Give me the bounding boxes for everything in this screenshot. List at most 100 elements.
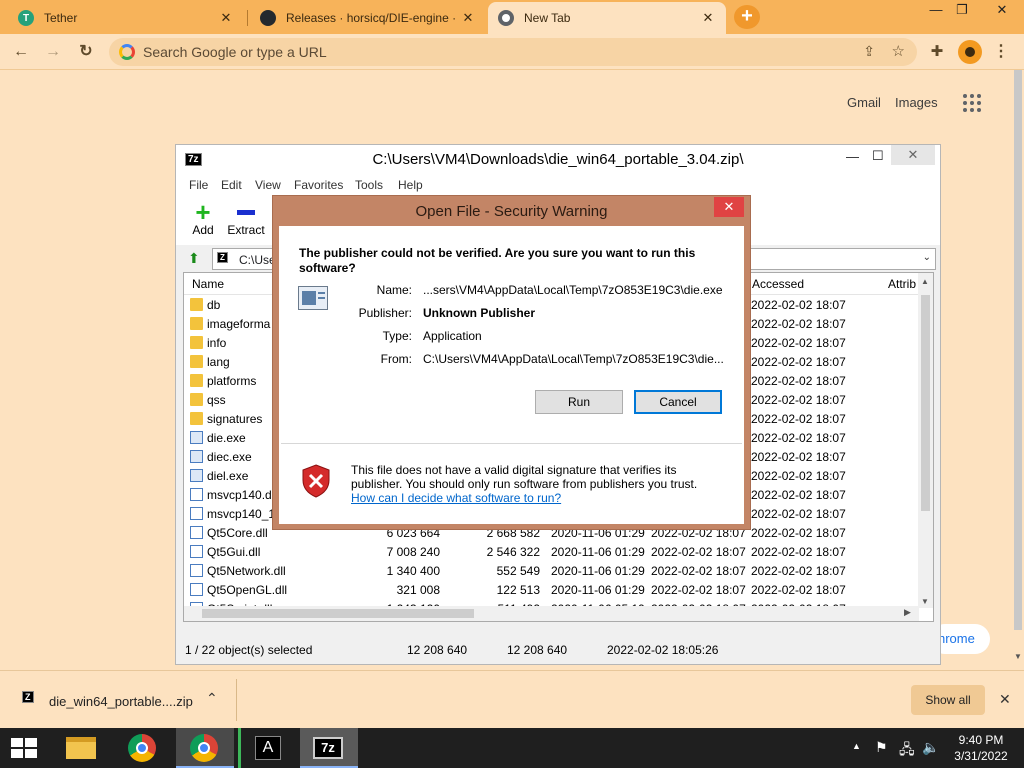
help-link[interactable]: How can I decide what software to run? — [351, 491, 721, 505]
7zip-taskbar-item[interactable]: 7z — [300, 728, 358, 768]
file-created: 2022-02-02 18:07 — [651, 545, 746, 559]
menu-view[interactable]: View — [255, 178, 281, 192]
download-filename[interactable]: die_win64_portable....zip — [49, 694, 193, 709]
network-icon[interactable]: 🖧 — [899, 739, 915, 763]
restore-icon[interactable]: ❐ — [950, 2, 974, 18]
terminal-taskbar-item[interactable]: A — [238, 728, 296, 768]
scroll-down-icon[interactable]: ▼ — [1014, 652, 1022, 661]
file-accessed: 2022-02-02 18:07 — [751, 374, 846, 388]
menu-edit[interactable]: Edit — [221, 178, 242, 192]
scroll-right-icon[interactable]: ▶ — [904, 607, 911, 618]
file-accessed: 2022-02-02 18:07 — [751, 507, 846, 521]
github-icon — [260, 10, 276, 26]
file-accessed: 2022-02-02 18:07 — [751, 412, 846, 426]
google-icon — [119, 44, 135, 60]
close-icon[interactable]: ✕ — [990, 2, 1014, 18]
menu-help[interactable]: Help — [398, 178, 423, 192]
bookmark-star-icon[interactable]: ☆ — [892, 42, 905, 60]
minimize-icon[interactable]: — — [924, 2, 948, 17]
horizontal-scrollbar[interactable]: ▶ — [184, 606, 919, 621]
apps-grid-icon[interactable] — [963, 94, 981, 112]
scroll-thumb[interactable] — [1014, 70, 1022, 630]
table-row[interactable]: Qt5Gui.dll 7 008 240 2 546 322 2020-11-06 0… — [184, 542, 919, 561]
omnibox-input[interactable] — [143, 44, 793, 60]
speaker-muted-icon[interactable]: 🔈 — [922, 739, 939, 756]
tab-releases[interactable]: Releases · horsicq/DIE-engine · G ✕ — [250, 2, 486, 34]
run-button[interactable]: Run — [535, 390, 623, 414]
publisher-label: Publisher: — [358, 306, 412, 320]
close-icon[interactable]: ✕ — [460, 10, 476, 26]
menu-kebab-icon[interactable]: ⋮ — [990, 41, 1012, 63]
forward-arrow-icon[interactable]: → — [42, 41, 64, 63]
page-scrollbar[interactable]: ▼ — [1012, 70, 1024, 670]
chevron-down-icon[interactable]: ⌄ — [923, 252, 931, 263]
start-button[interactable] — [0, 728, 48, 768]
tab-tether[interactable]: T Tether ✕ — [8, 2, 244, 34]
from-label: From: — [380, 352, 412, 366]
extract-button[interactable]: Extract — [226, 201, 266, 237]
tab-new-tab[interactable]: New Tab ✕ — [488, 2, 726, 34]
file-modified: 2020-11-06 01:29 — [551, 564, 645, 578]
column-name[interactable]: Name — [192, 277, 224, 291]
menu-favorites[interactable]: Favorites — [294, 178, 343, 192]
show-all-button[interactable]: Show all — [911, 685, 985, 715]
close-icon[interactable]: ✕ — [700, 10, 716, 26]
scroll-thumb[interactable] — [921, 295, 930, 511]
tether-icon: T — [18, 10, 34, 26]
up-folder-icon[interactable]: ⬆ — [188, 250, 200, 267]
chevron-up-icon[interactable]: ⌃ — [206, 690, 218, 707]
add-button[interactable]: + Add — [190, 199, 216, 237]
chevron-up-icon[interactable]: ▲ — [852, 741, 861, 751]
zip-archive-icon: Z — [217, 252, 228, 263]
close-icon[interactable]: ✕ — [891, 145, 935, 165]
file-accessed: 2022-02-02 18:07 — [751, 469, 846, 483]
folder-icon — [190, 374, 203, 387]
file-explorer-taskbar-item[interactable] — [52, 728, 110, 768]
column-attrib[interactable]: Attrib — [888, 277, 916, 291]
menu-tools[interactable]: Tools — [355, 178, 383, 192]
file-name: platforms — [207, 374, 257, 388]
from-value: C:\Users\VM4\AppData\Local\Temp\7zO853E1… — [423, 352, 724, 366]
close-icon[interactable]: ✕ — [218, 10, 234, 26]
profile-avatar[interactable] — [958, 40, 982, 64]
extract-label: Extract — [227, 223, 265, 237]
table-row[interactable]: Qt5Network.dll 1 340 400 552 549 2020-11-06… — [184, 561, 919, 580]
name-value: ...sers\VM4\AppData\Local\Temp\7zO853E19… — [423, 283, 723, 297]
zip-file-icon: Z — [22, 691, 34, 703]
omnibox[interactable]: ⇪ ☆ — [109, 38, 917, 66]
file-packed: 122 513 — [496, 583, 540, 597]
menu-file[interactable]: File — [189, 178, 208, 192]
minimize-icon[interactable]: — — [846, 149, 859, 164]
scroll-up-icon[interactable]: ▲ — [921, 277, 929, 286]
scroll-down-icon[interactable]: ▼ — [921, 597, 929, 606]
taskbar: A 7z ▲ ⚑ 🖧 🔈 9:40 PM 3/31/2022 — [0, 728, 1024, 768]
close-icon[interactable]: ✕ — [999, 691, 1011, 708]
file-accessed: 2022-02-02 18:07 — [751, 564, 846, 578]
folder-icon — [190, 412, 203, 425]
dll-file-icon — [190, 488, 203, 501]
flag-icon[interactable]: ⚑ — [875, 739, 888, 756]
chrome-taskbar-item[interactable] — [114, 728, 172, 768]
back-arrow-icon[interactable]: ← — [10, 41, 32, 63]
extensions-puzzle-icon[interactable]: ✚ — [926, 41, 948, 63]
gmail-link[interactable]: Gmail — [847, 95, 881, 110]
table-row[interactable]: Qt5OpenGL.dll 321 008 122 513 2020-11-06 01… — [184, 580, 919, 599]
maximize-icon[interactable]: ☐ — [872, 148, 884, 164]
images-link[interactable]: Images — [895, 95, 938, 110]
scroll-thumb[interactable] — [202, 609, 474, 618]
dialog-close-button[interactable]: ✕ — [714, 197, 744, 217]
dll-file-icon — [190, 564, 203, 577]
taskbar-clock[interactable]: 9:40 PM 3/31/2022 — [946, 732, 1016, 764]
cancel-button[interactable]: Cancel — [634, 390, 722, 414]
share-icon[interactable]: ⇪ — [863, 43, 875, 60]
exe-file-icon — [190, 450, 203, 463]
vertical-scrollbar[interactable]: ▲ ▼ — [918, 273, 933, 608]
column-accessed[interactable]: Accessed — [752, 277, 804, 291]
clock-time: 9:40 PM — [958, 733, 1004, 747]
chrome-icon — [128, 734, 156, 762]
folder-icon — [190, 393, 203, 406]
new-tab-button[interactable]: + — [734, 5, 760, 29]
reload-icon[interactable]: ↻ — [75, 41, 97, 63]
folder-icon — [190, 336, 203, 349]
chrome-profile-taskbar-item[interactable] — [176, 728, 234, 768]
